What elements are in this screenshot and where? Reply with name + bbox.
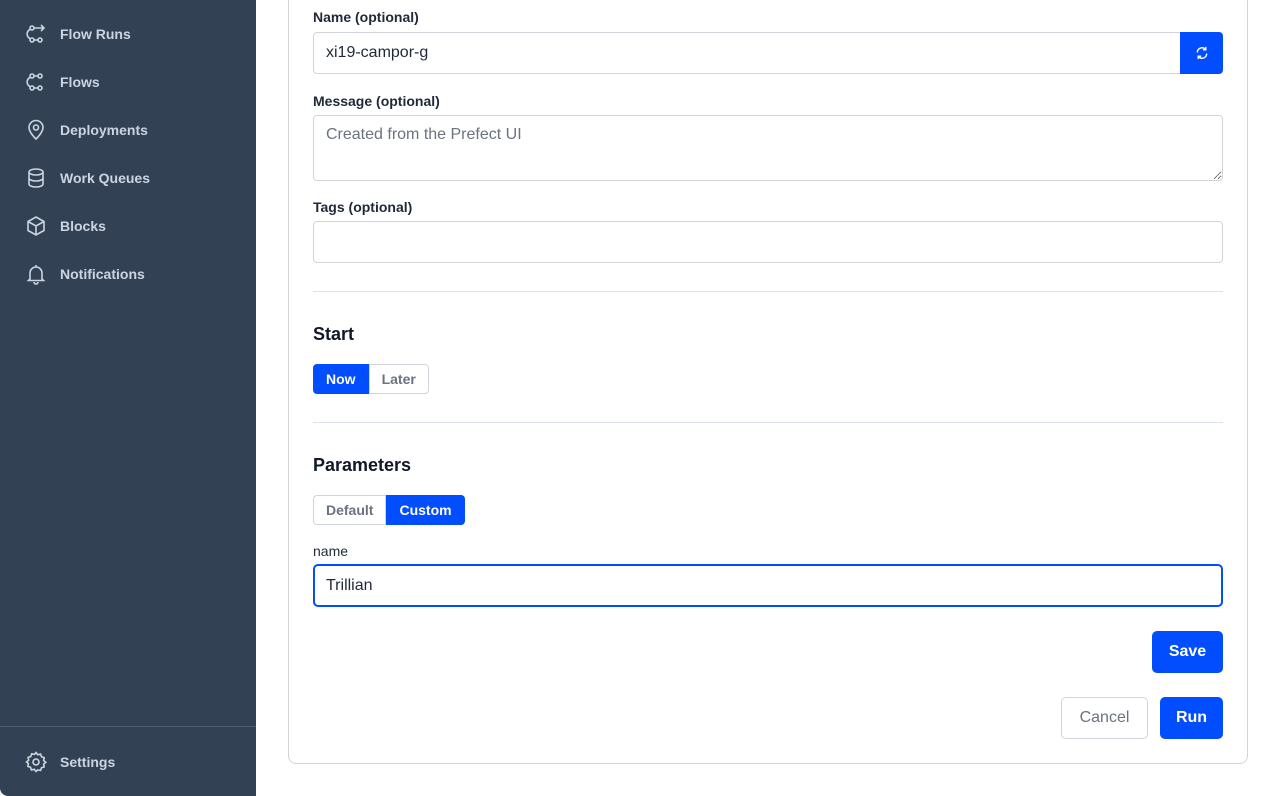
sidebar-item-label: Deployments [60, 122, 148, 138]
sidebar-item-label: Notifications [60, 266, 145, 282]
parameters-default-button[interactable]: Default [313, 495, 387, 525]
name-label: Name (optional) [313, 9, 419, 25]
bell-icon [26, 265, 46, 285]
generate-name-button[interactable] [1180, 32, 1223, 74]
tags-label: Tags (optional) [313, 199, 413, 215]
save-button[interactable]: Save [1152, 631, 1223, 673]
message-textarea[interactable] [313, 115, 1223, 181]
parameters-custom-button[interactable]: Custom [386, 495, 465, 525]
flow-runs-icon [26, 24, 46, 43]
flows-icon [26, 73, 43, 91]
map-pin-icon [28, 119, 44, 141]
cancel-button[interactable]: Cancel [1061, 697, 1148, 739]
name-input[interactable] [313, 32, 1181, 74]
start-now-button[interactable]: Now [313, 364, 369, 394]
run-button[interactable]: Run [1160, 697, 1223, 739]
parameter-name-label: name [313, 543, 349, 559]
gear-icon [25, 751, 48, 773]
cube-icon [27, 216, 45, 236]
sidebar-item-work-queues[interactable]: Work Queues [24, 166, 150, 190]
tags-input[interactable] [313, 221, 1223, 263]
message-label: Message (optional) [313, 93, 440, 109]
section-divider [313, 291, 1223, 292]
sidebar-item-notifications[interactable]: Notifications [24, 262, 145, 286]
sidebar-item-settings[interactable]: Settings [24, 750, 115, 774]
sidebar-item-blocks[interactable]: Blocks [24, 214, 106, 238]
sidebar-item-label: Settings [60, 754, 116, 770]
start-later-button[interactable]: Later [368, 364, 429, 394]
sidebar: Flow Runs Flows Deployments Work Queues … [0, 0, 256, 796]
sidebar-item-flows[interactable]: Flows [24, 70, 100, 94]
start-toggle-group: Now Later [313, 364, 429, 394]
database-icon [28, 168, 44, 188]
section-divider [313, 422, 1223, 423]
refresh-icon [1196, 46, 1207, 60]
sidebar-item-flow-runs[interactable]: Flow Runs [24, 22, 131, 46]
parameter-name-input[interactable] [313, 564, 1223, 607]
sidebar-divider [0, 726, 256, 727]
parameters-section-title: Parameters [313, 455, 412, 475]
sidebar-item-label: Work Queues [60, 170, 150, 186]
sidebar-item-label: Flows [60, 74, 100, 90]
sidebar-item-label: Blocks [60, 218, 106, 234]
start-section-title: Start [313, 324, 355, 344]
sidebar-item-deployments[interactable]: Deployments [24, 118, 148, 142]
parameters-toggle-group: Default Custom [313, 495, 465, 525]
sidebar-item-label: Flow Runs [60, 26, 131, 42]
